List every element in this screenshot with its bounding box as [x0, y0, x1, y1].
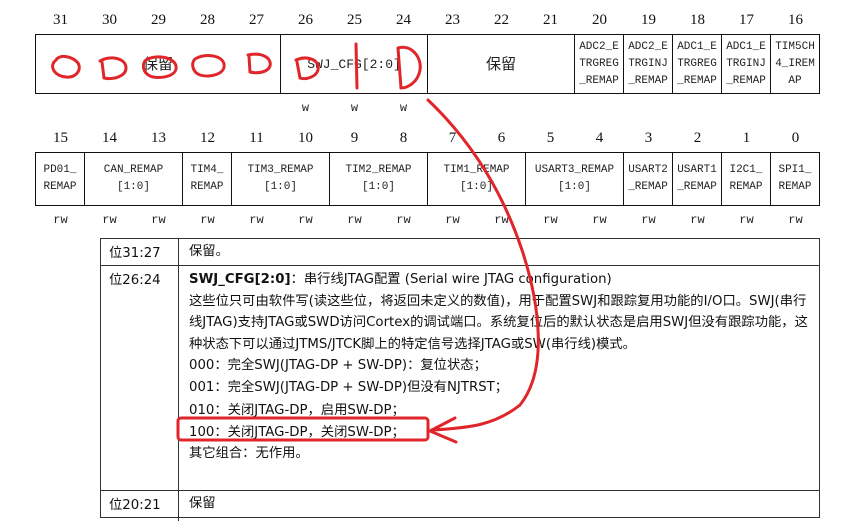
- bit-number: 0: [791, 130, 800, 146]
- bit-number: 18: [690, 12, 705, 28]
- bit-number: 21: [543, 12, 558, 28]
- bit-number: 8: [399, 130, 408, 146]
- option-100: 100：关闭JTAG-DP，关闭SW-DP；: [189, 424, 405, 440]
- field-adc2-etrginj-remap: ADC2_E TRGINJ _REMAP: [623, 34, 673, 94]
- bit-number: 15: [53, 130, 68, 146]
- bit-description: SWJ_CFG[2:0]：串行线JTAG配置 (Serial wire JTAG…: [189, 268, 813, 465]
- bit-number: 14: [102, 130, 117, 146]
- access-type: rw: [592, 213, 607, 227]
- access-type: w: [399, 101, 408, 115]
- bit-number: 29: [151, 12, 166, 28]
- access-type: rw: [690, 213, 705, 227]
- bit-range: 位26:24: [101, 266, 179, 490]
- field-usart2-remap: USART2 _REMAP: [623, 152, 673, 206]
- bit-number: 3: [644, 130, 653, 146]
- bit-number: 1: [742, 130, 751, 146]
- field-reserved-31-27: 保留: [35, 34, 281, 94]
- access-type: rw: [200, 213, 215, 227]
- access-type: w: [301, 101, 310, 115]
- access-type: rw: [445, 213, 460, 227]
- bit-number: 24: [396, 12, 411, 28]
- access-type: rw: [396, 213, 411, 227]
- field-name: SWJ_CFG[2:0]: [189, 272, 291, 287]
- table-row: 位26:24 SWJ_CFG[2:0]：串行线JTAG配置 (Serial wi…: [101, 266, 819, 491]
- table-row: 位20:21 保留: [101, 491, 819, 521]
- bit-number: 28: [200, 12, 215, 28]
- field-tim4-remap: TIM4_ REMAP: [182, 152, 232, 206]
- bit-number: 5: [546, 130, 555, 146]
- bit-range: 位20:21: [101, 491, 179, 521]
- field-tim5ch4-iremap: TIM5CH 4_IREM AP: [770, 34, 820, 94]
- field-swj-cfg: SWJ_CFG[2:0]: [280, 34, 428, 94]
- field-tim1-remap: TIM1_REMAP [1:0]: [427, 152, 526, 206]
- bit-number: 7: [448, 130, 457, 146]
- bit-range: 位31:27: [101, 239, 179, 265]
- option-010: 010：关闭JTAG-DP，启用SW-DP；: [189, 403, 405, 418]
- access-type: rw: [543, 213, 558, 227]
- bit-description: 保留: [189, 496, 216, 511]
- access-type: rw: [249, 213, 264, 227]
- access-type: rw: [151, 213, 166, 227]
- bit-number: 25: [347, 12, 362, 28]
- field-reserved-23-21: 保留: [427, 34, 575, 94]
- access-type: rw: [53, 213, 68, 227]
- bit-number: 27: [249, 12, 264, 28]
- field-paragraph: 这些位只可由软件写(读这些位，将返回未定义的数值)，用于配置SWJ和跟踪复用功能…: [189, 293, 808, 352]
- field-adc1-etrginj-remap: ADC1_E TRGINJ _REMAP: [721, 34, 771, 94]
- field-adc2-etrgreg-remap: ADC2_E TRGREG _REMAP: [574, 34, 624, 94]
- option-000: 000：完全SWJ(JTAG-DP + SW-DP)：复位状态；: [189, 358, 487, 373]
- access-type: rw: [788, 213, 803, 227]
- field-title-rest: ：串行线JTAG配置 (Serial wire JTAG configurati…: [290, 272, 612, 287]
- bit-number: 10: [298, 130, 313, 146]
- bit-number: 6: [497, 130, 506, 146]
- bit-number: 26: [298, 12, 313, 28]
- access-type: rw: [102, 213, 117, 227]
- bit-number: 30: [102, 12, 117, 28]
- bit-number: 19: [641, 12, 656, 28]
- field-spi1-remap: SPI1_ REMAP: [770, 152, 820, 206]
- bit-number: 22: [494, 12, 509, 28]
- bit-number: 12: [200, 130, 215, 146]
- access-type: rw: [347, 213, 362, 227]
- option-other: 其它组合：无作用。: [189, 446, 309, 461]
- access-type: rw: [739, 213, 754, 227]
- field-tim2-remap: TIM2_REMAP [1:0]: [329, 152, 428, 206]
- bit-description: 保留。: [189, 244, 229, 259]
- field-tim3-remap: TIM3_REMAP [1:0]: [231, 152, 330, 206]
- field-adc1-etrgreg-remap: ADC1_E TRGREG _REMAP: [672, 34, 722, 94]
- bit-number: 2: [693, 130, 702, 146]
- access-type: rw: [298, 213, 313, 227]
- access-type: rw: [494, 213, 509, 227]
- bit-number: 23: [445, 12, 460, 28]
- field-usart1-remap: USART1 _REMAP: [672, 152, 722, 206]
- access-type: w: [350, 101, 359, 115]
- bit-number: 17: [739, 12, 754, 28]
- field-usart3-remap: USART3_REMAP [1:0]: [525, 152, 624, 206]
- field-i2c1-remap: I2C1_ REMAP: [721, 152, 771, 206]
- bit-number: 31: [53, 12, 68, 28]
- bit-description-table: 位31:27 保留。 位26:24 SWJ_CFG[2:0]：串行线JTAG配置…: [100, 238, 820, 521]
- access-type: rw: [641, 213, 656, 227]
- field-can-remap: CAN_REMAP [1:0]: [84, 152, 183, 206]
- table-row: 位31:27 保留。: [101, 239, 819, 266]
- bit-number: 4: [595, 130, 604, 146]
- option-001: 001：完全SWJ(JTAG-DP + SW-DP)但没有NJTRST；: [189, 379, 509, 395]
- bit-number: 13: [151, 130, 166, 146]
- bit-number: 9: [350, 130, 359, 146]
- bit-number: 11: [249, 130, 264, 146]
- field-title: SWJ_CFG[2:0]：串行线JTAG配置 (Serial wire JTAG…: [189, 268, 813, 291]
- field-pd01-remap: PD01_ REMAP: [35, 152, 85, 206]
- bit-number: 16: [788, 12, 803, 28]
- bit-number: 20: [592, 12, 607, 28]
